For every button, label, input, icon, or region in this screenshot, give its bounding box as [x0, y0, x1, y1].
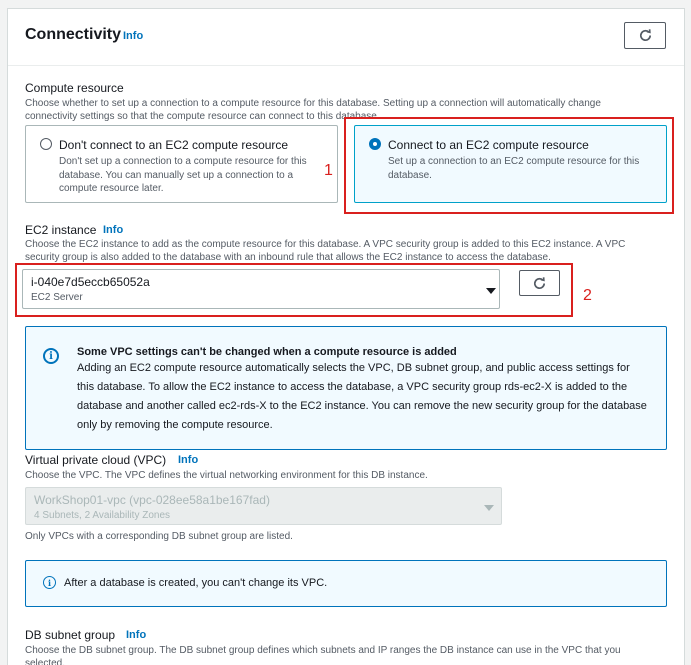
panel-header: Connectivity Info — [8, 9, 684, 66]
connectivity-panel: Connectivity Info Compute resource Choos… — [7, 8, 685, 665]
vpc-select: WorkShop01-vpc (vpc-028ee58a1be167fad) 4… — [25, 487, 502, 525]
db-subnet-description: Choose the DB subnet group. The DB subne… — [25, 645, 621, 665]
ec2-instance-description: Choose the EC2 instance to add as the co… — [25, 239, 626, 263]
title-info-link[interactable]: Info — [123, 30, 143, 42]
vpc-hint: Only VPCs with a corresponding DB subnet… — [25, 531, 293, 542]
option-dont-connect-description: Don't set up a connection to a compute r… — [59, 156, 307, 194]
vpc-settings-alert: i Some VPC settings can't be changed whe… — [25, 326, 667, 450]
panel-title: Connectivity — [25, 26, 122, 43]
annotation-number-2: 2 — [583, 287, 592, 304]
vpc-info-link[interactable]: Info — [178, 454, 198, 466]
vpc-value: WorkShop01-vpc (vpc-028ee58a1be167fad) — [34, 493, 270, 507]
chevron-down-icon — [484, 505, 494, 511]
vpc-alert-title: Some VPC settings can't be changed when … — [77, 346, 457, 358]
compute-resource-label: Compute resource — [25, 81, 124, 95]
ec2-instance-label: EC2 instance — [25, 223, 97, 237]
vpc-subvalue: 4 Subnets, 2 Availability Zones — [34, 510, 171, 521]
annotation-number-1: 1 — [324, 162, 333, 179]
db-subnet-info-link[interactable]: Info — [126, 629, 146, 641]
vpc-change-alert-text: After a database is created, you can't c… — [64, 577, 328, 589]
vpc-description: Choose the VPC. The VPC defines the virt… — [25, 470, 428, 481]
panel-refresh-button[interactable] — [624, 22, 666, 49]
option-dont-connect-title: Don't connect to an EC2 compute resource — [59, 138, 289, 152]
option-dont-connect[interactable]: Don't connect to an EC2 compute resource… — [25, 125, 338, 203]
annotation-box-1 — [344, 117, 674, 214]
info-circle-icon: i — [43, 348, 59, 364]
vpc-label: Virtual private cloud (VPC) — [25, 453, 167, 467]
vpc-change-alert: i After a database is created, you can't… — [25, 560, 667, 607]
info-circle-icon: i — [43, 576, 56, 589]
annotation-box-2 — [15, 263, 573, 317]
refresh-icon — [639, 29, 651, 41]
radio-dont-connect[interactable] — [40, 138, 52, 150]
db-subnet-label: DB subnet group — [25, 628, 116, 642]
ec2-info-link[interactable]: Info — [103, 224, 123, 236]
vpc-alert-body: Adding an EC2 compute resource automatic… — [77, 362, 647, 431]
